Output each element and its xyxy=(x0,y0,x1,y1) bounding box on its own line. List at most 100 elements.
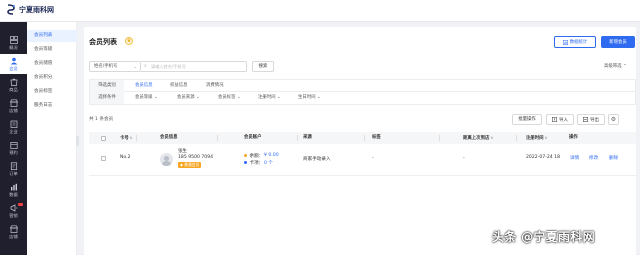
batch-operation-button[interactable]: 批量操作 xyxy=(512,114,542,125)
filter-member-source-dropdown[interactable]: 会员来源 ⌄ xyxy=(177,92,200,104)
select-all-checkbox[interactable] xyxy=(101,135,106,141)
sidebar-item-label: 营销 xyxy=(9,212,18,218)
search-button[interactable]: 搜索 xyxy=(252,61,274,72)
sidebar-item-label: 数据 xyxy=(9,191,18,197)
search-placeholder: 请输入姓名/手机号 xyxy=(151,64,186,69)
add-member-button[interactable]: 新增会员 xyxy=(601,36,635,48)
filter-register-time-dropdown[interactable]: 注册时间 ⌄ xyxy=(258,92,281,104)
column-header-member-info: 会员信息 xyxy=(160,135,178,140)
column-header-register-time[interactable]: 注册时间⇅ xyxy=(526,132,548,144)
filter-condition-row: 选择条件 会员等级 ⌄ 会员来源 ⌄ 会员标签 ⌄ 注册时间 ⌄ 生日时间 ⌄ xyxy=(90,92,635,104)
main-sidebar: 概况 会员 商品 店铺 企业 预约 订单 数据 营销 店铺 xyxy=(0,22,27,255)
data-stats-button[interactable]: 数据统计 xyxy=(554,36,596,48)
column-header-tags: 标签 xyxy=(372,135,381,140)
dashboard-icon xyxy=(9,35,18,44)
detail-link[interactable]: 详情 xyxy=(570,155,579,161)
company-icon xyxy=(10,120,17,128)
column-divider xyxy=(439,135,440,141)
balance-value[interactable]: ¥ 0.00 xyxy=(264,153,279,158)
column-divider xyxy=(364,135,365,141)
sort-icon: ⇅ xyxy=(544,136,548,140)
shop-icon xyxy=(9,224,18,233)
sidebar-item-label: 概况 xyxy=(9,44,18,50)
logo-icon xyxy=(7,4,15,15)
tags-cell: - xyxy=(372,156,374,161)
column-divider xyxy=(217,135,218,141)
member-list-card: 会员列表 ♛ 数据统计 新增会员 姓名/手机号 ⌄ ⌕ 请输入姓名/手机号 搜索… xyxy=(84,27,636,255)
export-icon xyxy=(583,117,589,122)
delete-link[interactable]: 删除 xyxy=(609,155,618,161)
table-settings-button[interactable]: ⚙ xyxy=(608,114,619,125)
search-type-select[interactable]: 姓名/手机号 ⌄ xyxy=(89,61,141,72)
chevron-down-icon: ⌄ xyxy=(195,95,200,100)
source-cell: 商家手动录入 xyxy=(303,157,331,162)
subnav-item-member-tags[interactable]: 会员标签 xyxy=(27,86,77,98)
sidebar-item-order[interactable]: 订单 xyxy=(0,159,27,179)
edit-link[interactable]: 修改 xyxy=(589,155,598,161)
subnav-item-member-list[interactable]: 会员列表 xyxy=(27,30,77,42)
sidebar-item-label: 订单 xyxy=(9,170,18,176)
since-last-visit-cell: - xyxy=(463,156,465,161)
sidebar-item-store[interactable]: 店铺 xyxy=(0,96,27,116)
data-icon xyxy=(10,183,17,190)
watermark-text: 头条 @宁夏雨科网 xyxy=(492,230,595,244)
subnav-item-member-points[interactable]: 会员积分 xyxy=(27,72,77,84)
logo[interactable]: 宁夏雨科网 xyxy=(6,4,54,15)
sidebar-item-member[interactable]: 会员 xyxy=(0,54,27,74)
balance-line: 余额： xyxy=(244,153,263,159)
card-line: 卡项： xyxy=(244,160,263,166)
subnav-collapse-handle[interactable] xyxy=(76,136,79,146)
sort-icon: ⇅ xyxy=(129,136,133,140)
export-button[interactable]: 导出 xyxy=(577,114,605,125)
sidebar-item-appointment[interactable]: 预约 xyxy=(0,138,27,158)
sidebar-item-label: 商品 xyxy=(9,86,18,92)
import-button[interactable]: 导入 xyxy=(546,114,574,125)
subnav-item-member-level[interactable]: 会员等级 xyxy=(27,44,77,56)
balance-label: 余额： xyxy=(249,154,264,159)
card-value[interactable]: 0 个 xyxy=(264,160,273,166)
advanced-filter-toggle[interactable]: 高级筛选 ⌃ xyxy=(604,63,627,69)
sidebar-item-company[interactable]: 企业 xyxy=(0,117,27,137)
filter-birthday-dropdown[interactable]: 生日时间 ⌄ xyxy=(298,92,321,104)
filter-option-consumption[interactable]: 消费情况 xyxy=(206,80,224,92)
column-header-actions: 操作 xyxy=(569,135,578,140)
sidebar-item-label: 会员 xyxy=(9,65,18,71)
chevron-down-icon: ⌄ xyxy=(236,95,241,100)
member-phone: 185 9500 7094 xyxy=(178,155,214,160)
member-name[interactable]: 张生 xyxy=(178,148,187,154)
member-icon xyxy=(10,57,17,64)
filter-category-label: 筛选类别 xyxy=(90,80,124,92)
column-divider xyxy=(297,135,298,141)
column-header-source: 来源 xyxy=(303,135,312,140)
gear-icon: ⚙ xyxy=(610,116,617,123)
sidebar-item-label: 店铺 xyxy=(9,107,18,113)
sidebar-item-label: 企业 xyxy=(9,128,18,134)
sidebar-item-marketing[interactable]: 营销 xyxy=(0,201,27,221)
sidebar-item-label: 预约 xyxy=(9,149,18,155)
filter-member-level-dropdown[interactable]: 会员等级 ⌄ xyxy=(135,92,158,104)
column-header-since-last-visit[interactable]: 距离上次到店⇅ xyxy=(463,132,493,144)
level-tag-icon: ◆ xyxy=(180,162,183,167)
sidebar-item-shop[interactable]: 店铺 xyxy=(0,222,27,242)
column-header-label: 注册时间 xyxy=(526,136,544,141)
filter-panel: 筛选类别 会员信息 权益信息 消费情况 选择条件 会员等级 ⌄ 会员来源 ⌄ 会… xyxy=(89,79,636,105)
advanced-filter-label: 高级筛选 xyxy=(604,64,622,69)
sidebar-item-goods[interactable]: 商品 xyxy=(0,75,27,95)
filter-member-tag-dropdown[interactable]: 会员标签 ⌄ xyxy=(218,92,241,104)
import-icon xyxy=(552,117,558,122)
subnav-item-service-log[interactable]: 服务日志 xyxy=(27,100,77,112)
column-divider xyxy=(136,135,137,141)
search-input[interactable]: ⌕ 请输入姓名/手机号 xyxy=(141,61,247,72)
sidebar-item-data[interactable]: 数据 xyxy=(0,180,27,200)
card-label: 卡项： xyxy=(249,161,264,166)
member-subnav: 会员列表 会员等级 会员储值 会员积分 会员标签 服务日志 xyxy=(27,22,77,255)
filter-option-member-info[interactable]: 会员信息 xyxy=(135,80,153,92)
main-content: 会员列表 ♛ 数据统计 新增会员 姓名/手机号 ⌄ ⌕ 请输入姓名/手机号 搜索… xyxy=(80,22,640,255)
sidebar-item-overview[interactable]: 概况 xyxy=(0,33,27,53)
subnav-item-member-stored-value[interactable]: 会员储值 xyxy=(27,58,77,70)
new-badge xyxy=(18,203,23,206)
column-header-card-no[interactable]: 卡号⇅ xyxy=(120,132,133,144)
filter-option-rights-info[interactable]: 权益信息 xyxy=(170,80,188,92)
row-checkbox[interactable] xyxy=(101,156,106,161)
card-dot xyxy=(244,161,247,164)
